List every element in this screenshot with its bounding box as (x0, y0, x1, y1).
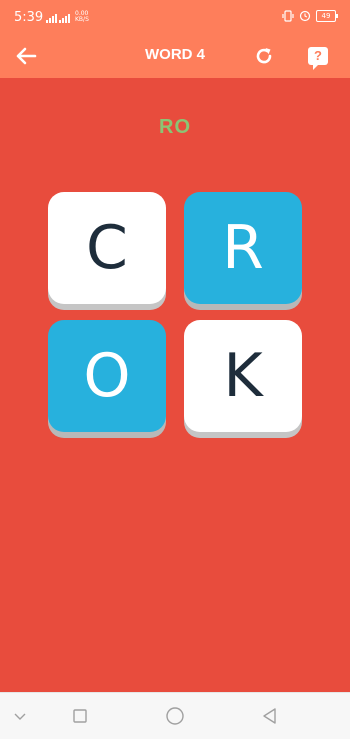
page-title: WORD 4 (145, 46, 205, 63)
status-right-icons: 49 (282, 10, 338, 22)
battery-icon: 49 (316, 10, 338, 22)
signal-icon-2 (59, 14, 70, 23)
current-word: RO (159, 116, 191, 138)
back-triangle-icon (263, 708, 276, 724)
network-speed: 0.00 KB/S (75, 10, 89, 23)
chevron-down-icon (14, 713, 26, 720)
letter-tile-k[interactable]: K (184, 320, 302, 432)
status-time: 5:39 (14, 10, 44, 25)
question-bubble-icon: ? (308, 47, 328, 70)
letter-tile-c[interactable]: C (48, 192, 166, 304)
home-circle-icon (166, 707, 184, 725)
hint-button[interactable]: ? (304, 42, 332, 70)
reset-button[interactable] (250, 42, 278, 70)
nav-recents-button[interactable] (68, 705, 92, 727)
refresh-icon (256, 48, 272, 64)
letter-tile-o[interactable]: O (48, 320, 166, 432)
nav-back-button[interactable] (258, 705, 282, 727)
toolbar: WORD 4 ? (0, 34, 350, 78)
system-nav-bar (0, 692, 350, 739)
network-indicator: 0.00 KB/S (46, 11, 89, 23)
nav-hide-button[interactable] (8, 705, 32, 727)
signal-icon (46, 14, 57, 23)
vibrate-icon (282, 10, 294, 22)
nav-home-button[interactable] (163, 705, 187, 727)
alarm-icon (299, 10, 311, 22)
status-bar: 5:39 0.00 KB/S 49 (0, 0, 350, 34)
recents-square-icon (73, 709, 87, 723)
letter-tile-r[interactable]: R (184, 192, 302, 304)
